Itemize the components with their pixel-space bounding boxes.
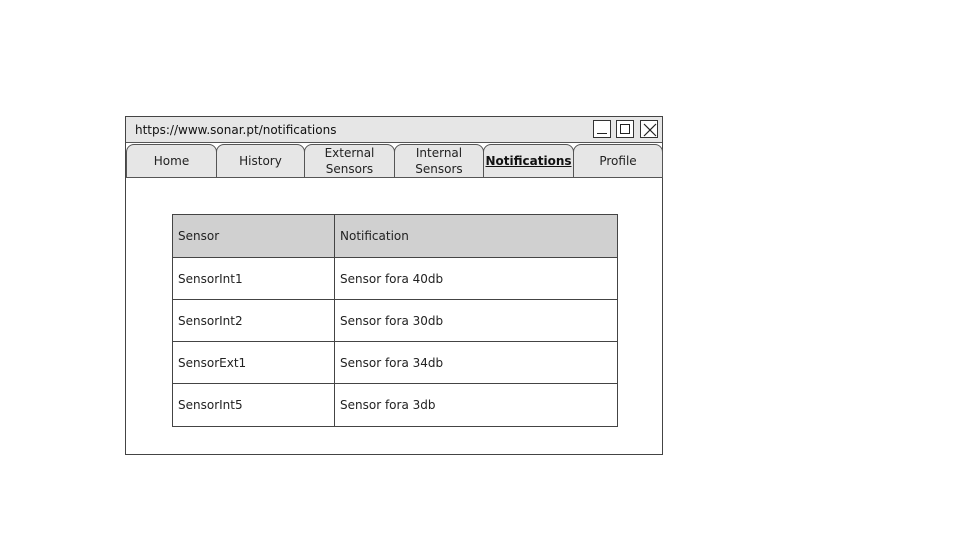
url-address[interactable]: https://www.sonar.pt/notifications <box>135 123 336 137</box>
table-row[interactable]: SensorExt1 Sensor fora 34db <box>173 342 617 384</box>
tab-notifications[interactable]: Notifications <box>483 144 574 178</box>
tab-label: Notifications <box>485 154 572 168</box>
notification-cell: Sensor fora 34db <box>340 355 444 370</box>
tab-label: Internal Sensors <box>415 146 463 176</box>
column-header-sensor: Sensor <box>173 215 335 257</box>
tab-external-sensors[interactable]: External Sensors <box>304 144 395 178</box>
notification-cell: Sensor fora 30db <box>340 313 444 328</box>
table-row[interactable]: SensorInt5 Sensor fora 3db <box>173 384 617 426</box>
sensor-cell: SensorInt2 <box>173 300 335 341</box>
tab-label: History <box>239 154 282 168</box>
table-row[interactable]: SensorInt2 Sensor fora 30db <box>173 300 617 342</box>
table-row[interactable]: SensorInt1 Sensor fora 40db <box>173 258 617 300</box>
sensor-cell: SensorInt5 <box>173 384 335 426</box>
browser-window: https://www.sonar.pt/notifications Home … <box>125 116 663 455</box>
sensor-cell: SensorInt1 <box>173 258 335 299</box>
sensor-cell: SensorExt1 <box>173 342 335 383</box>
tab-profile[interactable]: Profile <box>573 144 663 178</box>
tab-history[interactable]: History <box>216 144 305 178</box>
tab-label: External Sensors <box>324 146 375 176</box>
minimize-icon[interactable] <box>593 120 611 138</box>
table-header-row: Sensor Notification <box>173 215 617 258</box>
notifications-table: Sensor Notification SensorInt1 Sensor fo… <box>172 214 618 427</box>
tab-label: Home <box>153 154 190 168</box>
tab-home[interactable]: Home <box>126 144 217 178</box>
close-icon[interactable] <box>640 120 658 138</box>
tab-internal-sensors[interactable]: Internal Sensors <box>394 144 484 178</box>
tab-label: Profile <box>599 154 637 168</box>
notification-cell: Sensor fora 3db <box>340 398 436 412</box>
column-header-notification: Notification <box>340 229 409 243</box>
title-bar: https://www.sonar.pt/notifications <box>126 117 662 143</box>
maximize-icon[interactable] <box>616 120 634 138</box>
notification-cell: Sensor fora 40db <box>340 271 444 286</box>
